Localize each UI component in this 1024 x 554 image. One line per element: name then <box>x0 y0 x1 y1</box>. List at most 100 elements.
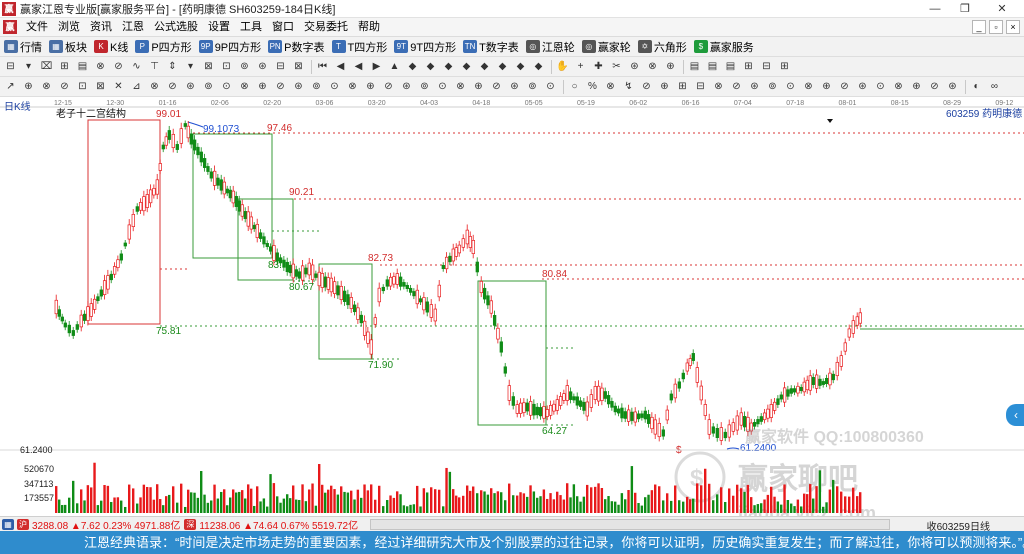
toolbar3-tool-icon[interactable]: ⊙ <box>328 80 341 93</box>
toolbar2-tool-icon[interactable]: ⊠ <box>202 60 215 73</box>
toolbar2-tool-icon[interactable]: ⊟ <box>4 60 17 73</box>
toolbar3-tool-icon[interactable]: ⊙ <box>784 80 797 93</box>
toolbar3-tool-icon[interactable]: ⊚ <box>202 80 215 93</box>
toolbar3-tool-icon[interactable]: ⊕ <box>820 80 833 93</box>
menu-settings[interactable]: 设置 <box>203 18 235 37</box>
toolbar-button-2[interactable]: K K线 <box>94 39 128 55</box>
toolbar2-tool-icon[interactable]: ✂ <box>610 60 623 73</box>
toolbar2-tool-icon[interactable]: ⊟ <box>760 60 773 73</box>
toolbar3-tool-icon[interactable]: ⊘ <box>490 80 503 93</box>
mdi-close-button[interactable]: × <box>1006 20 1020 34</box>
toolbar3-tool-icon[interactable]: ∞ <box>988 80 1001 93</box>
toolbar3-tool-icon[interactable]: ⊛ <box>508 80 521 93</box>
toolbar3-tool-icon[interactable]: ⊘ <box>274 80 287 93</box>
toolbar3-tool-icon[interactable]: ⊛ <box>856 80 869 93</box>
toolbar3-tool-icon[interactable]: ⊚ <box>526 80 539 93</box>
toolbar2-tool-icon[interactable]: ◆ <box>442 60 455 73</box>
close-button[interactable]: ✕ <box>980 0 1024 18</box>
toolbar3-tool-icon[interactable]: ✕ <box>112 80 125 93</box>
menu-info[interactable]: 资讯 <box>85 18 117 37</box>
toolbar3-tool-icon[interactable]: ⊠ <box>94 80 107 93</box>
status-scrollbar[interactable] <box>370 518 891 530</box>
toolbar2-tool-icon[interactable]: ◀ <box>352 60 365 73</box>
kline-chart-svg[interactable]: 12-15 12-30 01-16 02-06 02-20 03-06 03-20 04-03… <box>0 97 1024 516</box>
toolbar2-tool-icon[interactable]: ⊕ <box>664 60 677 73</box>
toolbar2-tool-icon[interactable]: ∿ <box>130 60 143 73</box>
toolbar2-tool-icon[interactable]: ◀ <box>334 60 347 73</box>
toolbar-button-9[interactable]: ◎ 江恩轮 <box>525 39 575 55</box>
toolbar3-tool-icon[interactable]: ◐ <box>970 80 983 93</box>
toolbar3-tool-icon[interactable]: ⊙ <box>874 80 887 93</box>
menu-browse[interactable]: 浏览 <box>53 18 85 37</box>
menu-file[interactable]: 文件 <box>21 18 53 37</box>
toolbar2-tool-icon[interactable]: ⊡ <box>220 60 233 73</box>
toolbar3-tool-icon[interactable]: ⊘ <box>58 80 71 93</box>
toolbar3-tool-icon[interactable]: ⊙ <box>436 80 449 93</box>
toolbar3-tool-icon[interactable]: ⊛ <box>184 80 197 93</box>
toolbar2-tool-icon[interactable]: ⊘ <box>112 60 125 73</box>
toolbar3-tool-icon[interactable]: ⊗ <box>454 80 467 93</box>
toolbar3-tool-icon[interactable]: ⊛ <box>292 80 305 93</box>
toolbar3-tool-icon[interactable]: ⊿ <box>130 80 143 93</box>
toolbar2-tool-icon[interactable]: ⇕ <box>166 60 179 73</box>
toolbar2-tool-icon[interactable]: ⊛ <box>256 60 269 73</box>
toolbar3-tool-icon[interactable]: ⊕ <box>658 80 671 93</box>
toolbar-button-10[interactable]: ◎ 赢家轮 <box>581 39 631 55</box>
mdi-restore-button[interactable]: ▫ <box>989 20 1003 34</box>
toolbar3-tool-icon[interactable]: ↯ <box>622 80 635 93</box>
toolbar2-tool-icon[interactable]: ▲ <box>388 60 401 73</box>
toolbar2-tool-icon[interactable]: ⊟ <box>274 60 287 73</box>
toolbar2-tool-icon[interactable]: ⏮ <box>316 60 329 73</box>
toolbar2-tool-icon[interactable]: ▤ <box>724 60 737 73</box>
toolbar2-tool-icon[interactable]: ◆ <box>532 60 545 73</box>
toolbar2-tool-icon[interactable]: ▤ <box>688 60 701 73</box>
toolbar-button-4[interactable]: 9P 9P四方形 <box>198 39 261 55</box>
toolbar3-tool-icon[interactable]: ⊡ <box>76 80 89 93</box>
toolbar3-tool-icon[interactable]: ⊚ <box>418 80 431 93</box>
toolbar2-tool-icon[interactable]: ▾ <box>22 60 35 73</box>
menu-window[interactable]: 窗口 <box>267 18 299 37</box>
menu-trading[interactable]: 交易委托 <box>299 18 353 37</box>
toolbar3-tool-icon[interactable]: ⊗ <box>346 80 359 93</box>
side-panel-arrow-icon[interactable]: ‹ <box>1006 404 1024 426</box>
toolbar3-tool-icon[interactable]: ⊗ <box>148 80 161 93</box>
toolbar3-tool-icon[interactable]: ⊕ <box>472 80 485 93</box>
toolbar3-tool-icon[interactable]: ⊛ <box>946 80 959 93</box>
index-grid-icon[interactable]: ▦ <box>2 518 14 530</box>
toolbar3-tool-icon[interactable]: % <box>586 80 599 93</box>
toolbar2-tool-icon[interactable]: ▤ <box>706 60 719 73</box>
mdi-minimize-button[interactable]: _ <box>972 20 986 34</box>
toolbar-button-0[interactable]: ▦ 行情 <box>4 39 42 55</box>
toolbar2-tool-icon[interactable]: ▾ <box>184 60 197 73</box>
toolbar-button-3[interactable]: P P四方形 <box>135 39 192 55</box>
toolbar3-tool-icon[interactable]: ⊚ <box>766 80 779 93</box>
menu-formula-screening[interactable]: 公式选股 <box>149 18 203 37</box>
toolbar3-tool-icon[interactable]: ⊟ <box>694 80 707 93</box>
toolbar2-tool-icon[interactable]: ✋ <box>556 60 569 73</box>
dropdown-triangle-icon[interactable] <box>827 119 833 123</box>
toolbar3-tool-icon[interactable]: ⊘ <box>730 80 743 93</box>
toolbar2-tool-icon[interactable]: ◆ <box>460 60 473 73</box>
toolbar3-tool-icon[interactable]: ⊘ <box>838 80 851 93</box>
toolbar2-tool-icon[interactable]: ◆ <box>514 60 527 73</box>
toolbar2-tool-icon[interactable]: ⌧ <box>40 60 53 73</box>
toolbar3-tool-icon[interactable]: ⊗ <box>604 80 617 93</box>
toolbar2-tool-icon[interactable]: ⊞ <box>58 60 71 73</box>
toolbar-button-5[interactable]: PN P数字表 <box>268 39 325 55</box>
toolbar2-tool-icon[interactable]: ⊗ <box>646 60 659 73</box>
toolbar-button-8[interactable]: TN T数字表 <box>463 39 519 55</box>
toolbar-button-11[interactable]: ✡ 六角形 <box>637 39 687 55</box>
toolbar3-tool-icon[interactable]: ○ <box>568 80 581 93</box>
toolbar2-tool-icon[interactable]: ▤ <box>76 60 89 73</box>
toolbar2-tool-icon[interactable]: ⊞ <box>742 60 755 73</box>
menu-app-icon[interactable]: 赢 <box>3 20 17 34</box>
toolbar2-tool-icon[interactable]: ⊚ <box>238 60 251 73</box>
toolbar3-tool-icon[interactable]: ⊘ <box>382 80 395 93</box>
toolbar3-tool-icon[interactable]: ⊕ <box>364 80 377 93</box>
toolbar3-tool-icon[interactable]: ⊕ <box>22 80 35 93</box>
toolbar2-tool-icon[interactable]: ⊛ <box>628 60 641 73</box>
toolbar3-tool-icon[interactable]: ⊘ <box>166 80 179 93</box>
minimize-button[interactable]: — <box>920 0 950 18</box>
toolbar3-tool-icon[interactable]: ⊘ <box>640 80 653 93</box>
restore-button[interactable]: ❐ <box>950 0 980 18</box>
